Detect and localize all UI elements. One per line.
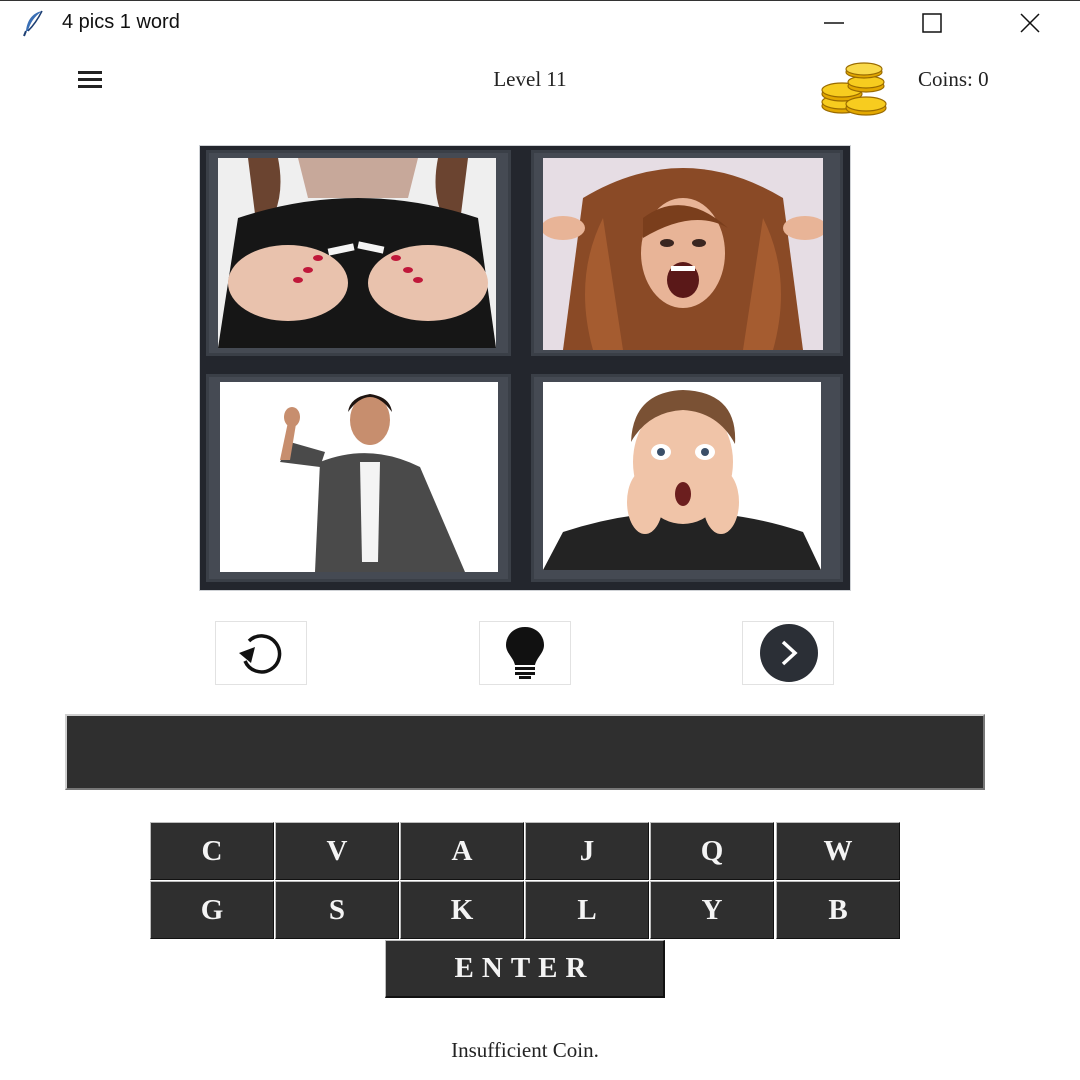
- picture-tile-3: [206, 374, 511, 582]
- feather-icon: [22, 9, 46, 37]
- picture-grid: [200, 146, 850, 590]
- minimize-button[interactable]: [804, 1, 864, 45]
- hamburger-menu-icon[interactable]: [76, 67, 104, 91]
- minimize-icon: [824, 22, 844, 24]
- enter-button[interactable]: ENTER: [385, 940, 665, 998]
- undo-icon: [239, 634, 282, 674]
- picture-tile-4: [531, 374, 843, 582]
- shocked-young-man-photo: [543, 382, 821, 570]
- coins-counter: Coins: 0: [918, 67, 989, 91]
- gold-coins-icon: [818, 62, 890, 116]
- businesswoman-pinch-gesture-photo: [220, 382, 498, 572]
- letter-key[interactable]: G: [150, 881, 274, 939]
- letter-key[interactable]: J: [525, 822, 649, 880]
- title-bar: 4 pics 1 word: [0, 1, 1080, 45]
- level-label: Level 11: [493, 67, 567, 91]
- maximize-icon: [922, 13, 942, 33]
- hint-button[interactable]: [480, 622, 570, 684]
- answer-input[interactable]: [65, 714, 985, 790]
- letter-key[interactable]: A: [400, 822, 524, 880]
- reset-button[interactable]: [216, 622, 306, 684]
- status-message: Insufficient Coin.: [451, 1038, 599, 1062]
- close-button[interactable]: [1000, 1, 1060, 45]
- letter-key[interactable]: S: [275, 881, 399, 939]
- letter-key[interactable]: K: [400, 881, 524, 939]
- letter-key[interactable]: B: [776, 881, 900, 939]
- chevron-right-circle-icon: [760, 624, 818, 682]
- letter-key[interactable]: L: [525, 881, 649, 939]
- letter-key[interactable]: W: [776, 822, 900, 880]
- light-bulb-icon: [506, 627, 544, 679]
- letter-key[interactable]: C: [150, 822, 274, 880]
- maximize-button[interactable]: [902, 1, 962, 45]
- picture-tile-1: [206, 150, 511, 356]
- broken-cigarette-photo: [218, 158, 496, 348]
- next-button[interactable]: [743, 622, 833, 684]
- letter-key[interactable]: Y: [650, 881, 774, 939]
- letter-key[interactable]: V: [275, 822, 399, 880]
- screaming-woman-photo: [543, 158, 823, 350]
- letter-key[interactable]: Q: [650, 822, 774, 880]
- close-icon: [1020, 13, 1040, 33]
- picture-tile-2: [531, 150, 843, 356]
- window-title: 4 pics 1 word: [62, 11, 180, 33]
